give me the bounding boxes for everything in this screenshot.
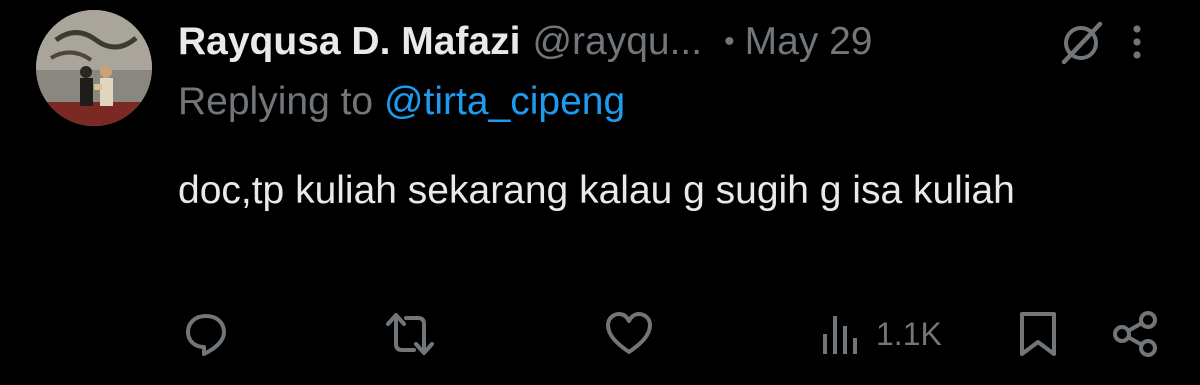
display-name[interactable]: Rayqusa D. Mafazi	[178, 20, 520, 64]
bookmark-icon	[1020, 312, 1056, 356]
retweet-arrows-icon	[386, 313, 434, 355]
user-handle[interactable]: @rayqu...	[532, 20, 702, 64]
replying-to: Replying to @tirta_cipeng	[178, 80, 625, 124]
bar-chart-icon	[823, 316, 857, 354]
more-vertical-icon[interactable]	[1126, 22, 1148, 62]
separator-dot: •	[724, 25, 735, 58]
heart-icon	[606, 312, 652, 354]
share-nodes-icon	[1113, 311, 1157, 357]
tweet-text: doc,tp kuliah sekarang kalau g sugih g i…	[178, 169, 1015, 212]
reply-button[interactable]	[182, 306, 230, 362]
bookmark-button[interactable]	[1017, 306, 1059, 362]
speech-bubble-icon	[186, 314, 226, 356]
views-count: 1.1K	[876, 315, 942, 352]
tweet-header: Rayqusa D. Mafazi @rayqu... • May 29	[178, 12, 873, 72]
grok-icon[interactable]	[1058, 20, 1104, 66]
like-button[interactable]	[604, 306, 654, 362]
replying-to-label: Replying to	[178, 80, 374, 123]
profile-photo-icon	[36, 10, 152, 126]
share-button[interactable]	[1112, 306, 1160, 362]
retweet-button[interactable]	[384, 306, 436, 362]
tweet-date[interactable]: May 29	[745, 20, 873, 64]
tweet[interactable]: Rayqusa D. Mafazi @rayqu... • May 29 Rep…	[0, 0, 1200, 385]
reply-mention-link[interactable]: @tirta_cipeng	[384, 80, 625, 123]
avatar[interactable]	[36, 10, 152, 126]
views-button[interactable]: 1.1K	[820, 306, 942, 362]
